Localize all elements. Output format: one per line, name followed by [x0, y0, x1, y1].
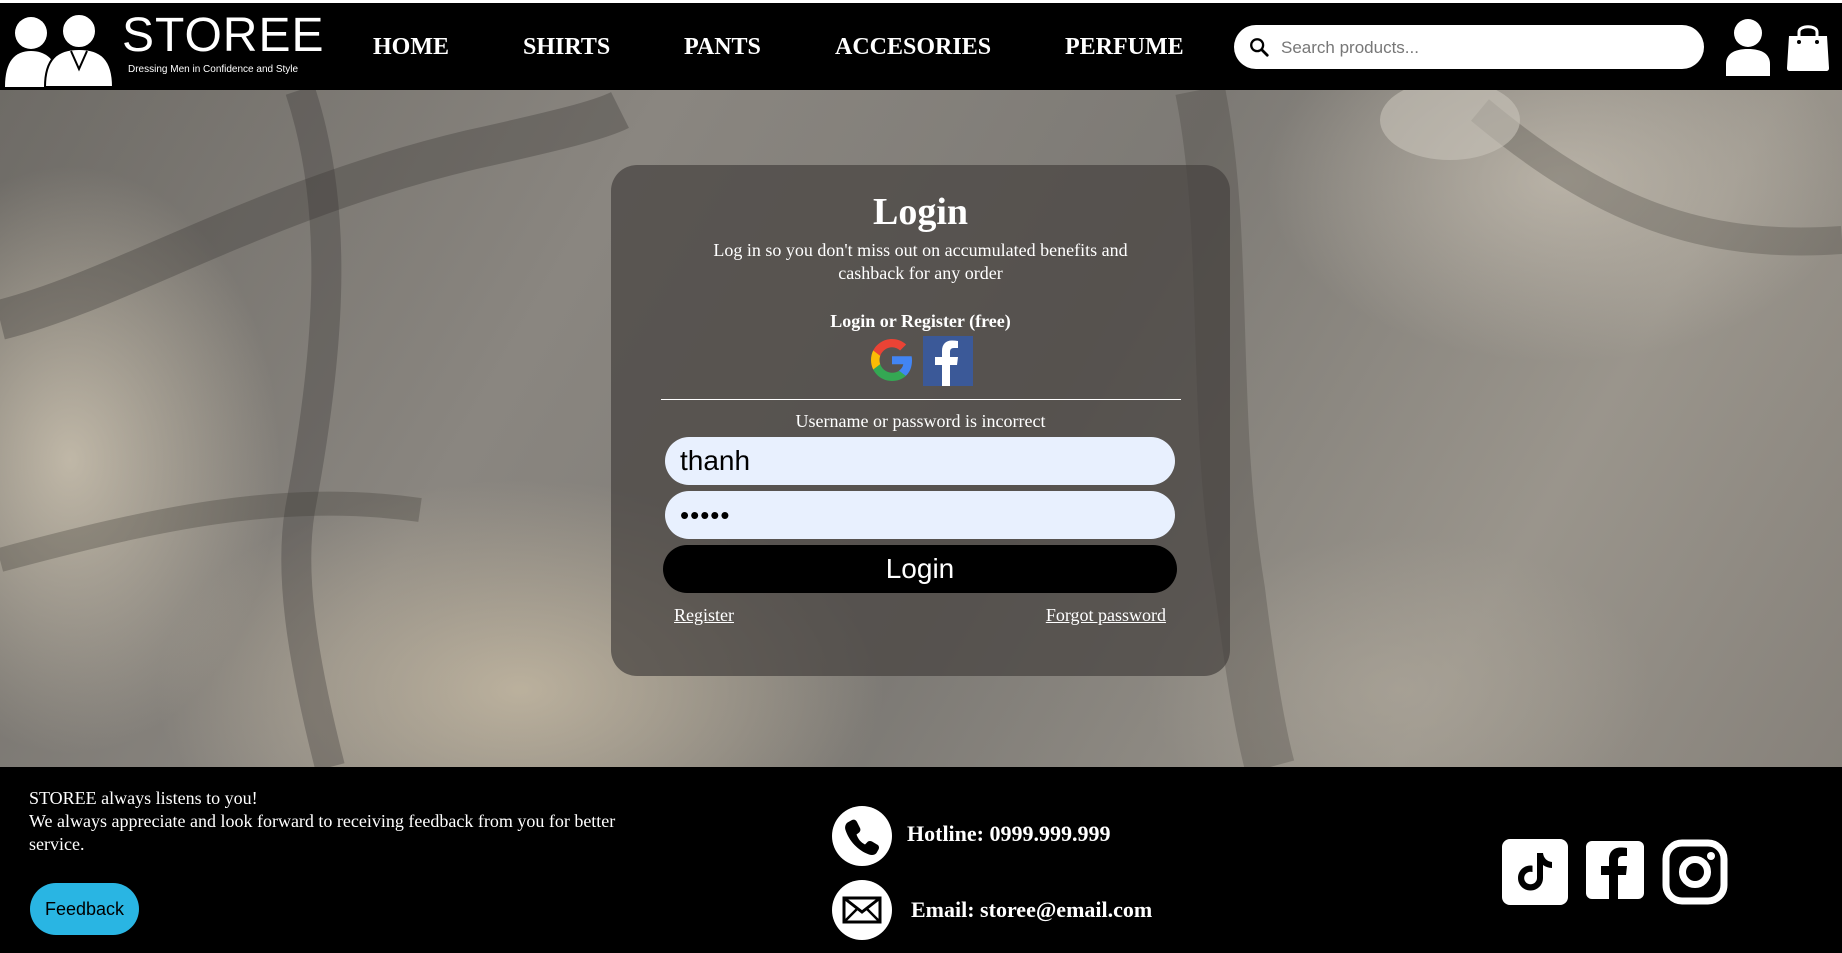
- logo-icon: [5, 13, 115, 87]
- nav-item-accesories[interactable]: ACCESORIES: [835, 34, 991, 61]
- logo-name: STOREE: [122, 9, 325, 62]
- hotline-text: Hotline: 0999.999.999: [907, 821, 1111, 846]
- facebook-glyph-icon: [935, 340, 958, 386]
- mail-glyph-icon: [842, 896, 882, 924]
- nav-item-perfume[interactable]: PERFUME: [1065, 34, 1184, 61]
- nav-item-shirts[interactable]: SHIRTS: [523, 34, 610, 61]
- register-link[interactable]: Register: [674, 605, 734, 626]
- hero-background: Login Log in so you don't miss out on ac…: [0, 90, 1842, 767]
- feedback-button[interactable]: Feedback: [30, 883, 139, 935]
- facebook-footer-icon[interactable]: [1586, 841, 1644, 899]
- login-error-message: Username or password is incorrect: [795, 411, 1046, 431]
- social-login-heading: Login or Register (free): [830, 311, 1011, 331]
- divider: [661, 399, 1181, 400]
- email-text: Email: storee@email.com: [911, 897, 1153, 922]
- instagram-glyph-icon: [1662, 839, 1728, 905]
- footer-line-1: STOREE always listens to you!: [29, 788, 258, 808]
- login-title: Login: [872, 191, 969, 233]
- logo[interactable]: STOREE Dressing Men in Confidence and St…: [5, 11, 324, 87]
- user-icon[interactable]: [1724, 18, 1772, 76]
- tiktok-glyph-icon: [1518, 853, 1552, 891]
- mail-icon: [832, 880, 892, 940]
- search-input[interactable]: [1279, 31, 1683, 65]
- nav-item-home[interactable]: HOME: [373, 34, 449, 61]
- phone-glyph-icon: [845, 819, 879, 855]
- footer-line-2: We always appreciate and look forward to…: [29, 811, 616, 854]
- facebook-icon[interactable]: [923, 336, 973, 386]
- nav-item-pants[interactable]: PANTS: [684, 34, 761, 61]
- facebook-footer-glyph-icon: [1586, 841, 1644, 899]
- logo-tagline: Dressing Men in Confidence and Style: [128, 64, 299, 75]
- login-card: Login Log in so you don't miss out on ac…: [611, 165, 1230, 676]
- password-field[interactable]: [665, 491, 1175, 539]
- forgot-password-link[interactable]: Forgot password: [1046, 605, 1166, 626]
- search-icon[interactable]: [1248, 36, 1270, 58]
- login-button[interactable]: Login: [663, 545, 1177, 593]
- google-icon[interactable]: [868, 336, 916, 384]
- footer-message: STOREE always listens to you! We always …: [29, 787, 629, 856]
- site-footer: STOREE always listens to you! We always …: [0, 767, 1842, 953]
- login-subtitle: Log in so you don't miss out on accumula…: [713, 240, 1128, 283]
- cart-icon[interactable]: [1786, 22, 1830, 72]
- search-bar: [1234, 25, 1704, 69]
- site-header: STOREE Dressing Men in Confidence and St…: [0, 3, 1842, 90]
- username-field[interactable]: [665, 437, 1175, 485]
- instagram-icon[interactable]: [1662, 839, 1728, 905]
- tiktok-icon[interactable]: [1502, 839, 1568, 905]
- phone-icon: [832, 806, 892, 866]
